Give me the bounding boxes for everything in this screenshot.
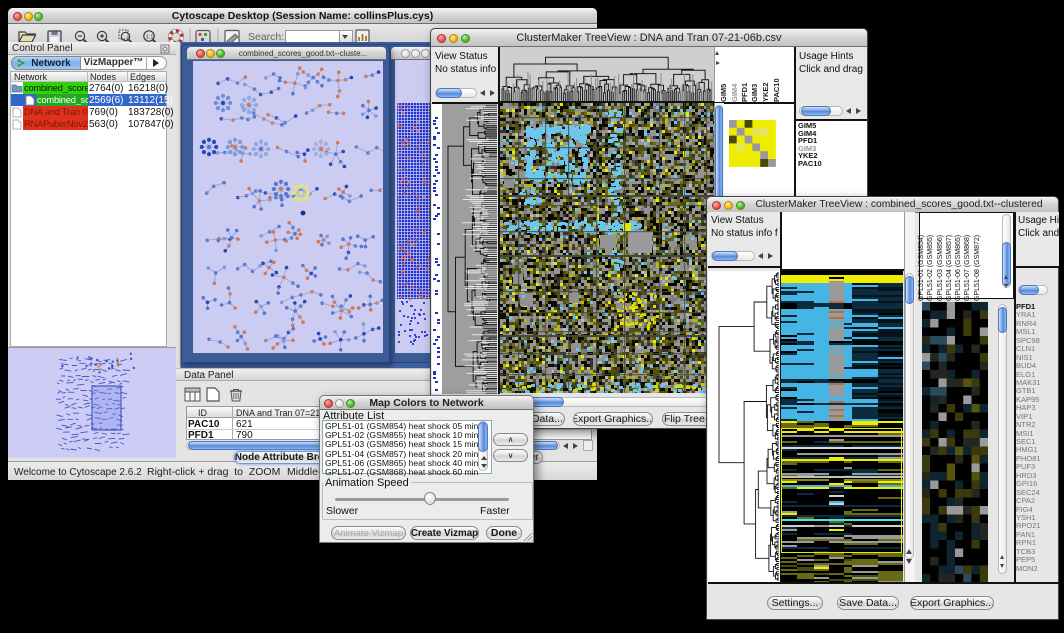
svg-text:1:1: 1:1	[146, 35, 154, 41]
